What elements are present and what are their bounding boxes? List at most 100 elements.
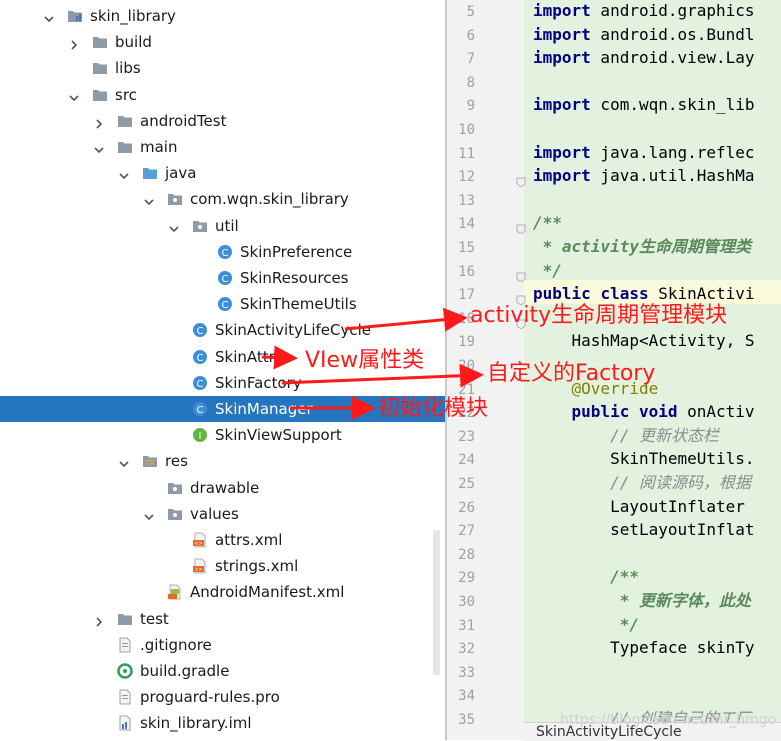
chevron-down-icon[interactable] bbox=[143, 193, 155, 206]
svg-text:<>: <> bbox=[194, 541, 202, 547]
chevron-down-icon[interactable] bbox=[43, 10, 55, 23]
tree-item-label: strings.xml bbox=[215, 557, 299, 576]
svg-text:C: C bbox=[197, 379, 204, 390]
code-line[interactable]: public class SkinActivi bbox=[533, 284, 755, 304]
code-line[interactable]: import android.graphics bbox=[533, 1, 755, 21]
code-line[interactable]: * 更新字体，此处 bbox=[533, 591, 751, 611]
line-number: 19 bbox=[458, 334, 475, 351]
fold-marker-icon[interactable] bbox=[516, 219, 526, 236]
tree-item-drawable[interactable]: drawable bbox=[0, 475, 445, 501]
tree-item-libs[interactable]: libs bbox=[0, 55, 445, 81]
line-number: 11 bbox=[458, 145, 475, 162]
line-number: 20 bbox=[458, 358, 475, 374]
folder-icon bbox=[117, 113, 133, 129]
code-line[interactable]: import android.os.Bundl bbox=[533, 25, 755, 45]
tree-item-skinresources[interactable]: C SkinResources bbox=[0, 265, 445, 291]
code-line[interactable]: setLayoutInflat bbox=[533, 520, 755, 540]
chevron-right-icon[interactable] bbox=[68, 36, 80, 50]
tree-item-label: build bbox=[115, 33, 152, 52]
tree-item-util[interactable]: util bbox=[0, 213, 445, 239]
svg-text:C: C bbox=[222, 274, 229, 285]
fold-marker-icon[interactable] bbox=[516, 172, 526, 188]
line-number: 14 bbox=[458, 216, 475, 233]
line-number: 30 bbox=[458, 594, 475, 610]
code-text: * activity生命周期管理类 bbox=[533, 237, 751, 256]
code-line[interactable]: import android.view.Lay bbox=[533, 48, 755, 68]
code-line[interactable]: LayoutInflater bbox=[533, 497, 755, 517]
code-line[interactable]: HashMap<Activity, S bbox=[533, 331, 755, 351]
code-line[interactable]: */ bbox=[533, 261, 562, 281]
svg-text:C: C bbox=[222, 300, 229, 311]
module-folder-icon bbox=[67, 8, 83, 24]
tree-item-build[interactable]: build bbox=[0, 29, 445, 55]
tree-item-test[interactable]: test bbox=[0, 606, 445, 632]
code-line[interactable]: * activity生命周期管理类 bbox=[533, 237, 751, 257]
tree-item-label: build.gradle bbox=[140, 662, 230, 680]
tree-item-main[interactable]: main bbox=[0, 134, 445, 160]
code-line[interactable]: /** bbox=[533, 213, 562, 233]
code-text: LayoutInflater bbox=[533, 496, 755, 516]
fold-marker-icon[interactable] bbox=[516, 290, 526, 306]
tree-item-proguard-rules-pro[interactable]: proguard-rules.pro bbox=[0, 684, 445, 710]
tree-item-label: attrs.xml bbox=[215, 531, 283, 549]
tree-item-label: skin_library bbox=[90, 7, 176, 25]
code-line[interactable]: import com.wqn.skin_lib bbox=[533, 95, 755, 115]
tree-scrollbar[interactable] bbox=[433, 530, 440, 675]
code-text: // 阅读源码，根据 bbox=[533, 473, 751, 492]
chevron-down-icon[interactable] bbox=[68, 89, 80, 101]
tree-item-androidtest[interactable]: androidTest bbox=[0, 108, 445, 134]
chevron-down-icon[interactable] bbox=[143, 508, 155, 520]
tree-item-com-wqn-skin-library[interactable]: com.wqn.skin_library bbox=[0, 186, 445, 212]
code-line[interactable]: import java.lang.reflec bbox=[533, 143, 755, 163]
text-file-icon bbox=[117, 689, 133, 705]
tree-item-res[interactable]: res bbox=[0, 448, 445, 474]
code-line[interactable]: // 阅读源码，根据 bbox=[533, 473, 751, 493]
tree-item-src[interactable]: src bbox=[0, 82, 445, 108]
tree-item-strings-xml[interactable]: <> strings.xml bbox=[0, 553, 445, 579]
line-number: 8 bbox=[466, 74, 475, 91]
annotation-skinattr: VIew属性类 bbox=[305, 348, 425, 373]
tree-item-values[interactable]: values bbox=[0, 501, 445, 527]
code-line[interactable]: // 更新状态栏 bbox=[533, 426, 719, 446]
line-number: 7 bbox=[466, 51, 475, 68]
chevron-right-icon[interactable] bbox=[93, 115, 105, 129]
tree-item-skinviewsupport[interactable]: I SkinViewSupport bbox=[0, 422, 445, 448]
tree-item-gitignore[interactable]: .gitignore bbox=[0, 632, 445, 658]
tree-item-skinthemeutils[interactable]: C SkinThemeUtils bbox=[0, 291, 445, 317]
line-number: 24 bbox=[458, 452, 475, 469]
tree-item-skinpreference[interactable]: C SkinPreference bbox=[0, 239, 445, 265]
annotation-skinfactory: 自定义的Factory bbox=[487, 361, 656, 386]
tree-item-label: values bbox=[190, 504, 239, 523]
code-line[interactable]: Typeface skinTy bbox=[533, 638, 755, 658]
class-icon: C bbox=[192, 322, 208, 338]
manifest-file-icon bbox=[167, 584, 183, 600]
line-number: 9 bbox=[466, 98, 475, 115]
code-text: // 更新状态栏 bbox=[533, 425, 719, 445]
chevron-right-icon[interactable] bbox=[93, 613, 105, 627]
tree-item-androidmanifest-xml[interactable]: AndroidManifest.xml bbox=[0, 579, 445, 605]
chevron-down-icon[interactable] bbox=[93, 141, 105, 154]
chevron-down-icon[interactable] bbox=[118, 455, 130, 468]
package-icon bbox=[192, 218, 208, 234]
code-line[interactable]: public void onActiv bbox=[533, 402, 755, 422]
package-icon bbox=[167, 191, 183, 207]
code-line[interactable]: */ bbox=[533, 615, 639, 635]
chevron-down-icon[interactable] bbox=[118, 167, 130, 180]
chevron-down-icon[interactable] bbox=[168, 220, 180, 232]
tree-item-label: SkinAttr bbox=[215, 347, 275, 366]
tree-item-java[interactable]: java bbox=[0, 160, 445, 186]
svg-text:C: C bbox=[197, 353, 204, 364]
tree-item-skin-library[interactable]: skin_library bbox=[0, 3, 445, 29]
fold-marker-icon[interactable] bbox=[516, 267, 526, 283]
tree-item-label: drawable bbox=[190, 478, 260, 497]
code-text: import java.lang.reflec bbox=[533, 142, 755, 162]
tree-item-build-gradle[interactable]: build.gradle bbox=[0, 658, 445, 684]
tree-item-skin-library-iml[interactable]: skin_library.iml bbox=[0, 710, 445, 736]
code-line[interactable]: import java.util.HashMa bbox=[533, 166, 755, 186]
tree-item-skinactivitylifecycle[interactable]: C SkinActivityLifeCycle bbox=[0, 317, 445, 343]
tree-item-label: SkinFactory bbox=[215, 373, 302, 392]
tree-item-attrs-xml[interactable]: <> attrs.xml bbox=[0, 527, 445, 553]
code-line[interactable]: /** bbox=[533, 567, 639, 587]
code-line[interactable]: SkinThemeUtils. bbox=[533, 449, 755, 469]
tree-item-label: SkinThemeUtils bbox=[240, 295, 357, 314]
